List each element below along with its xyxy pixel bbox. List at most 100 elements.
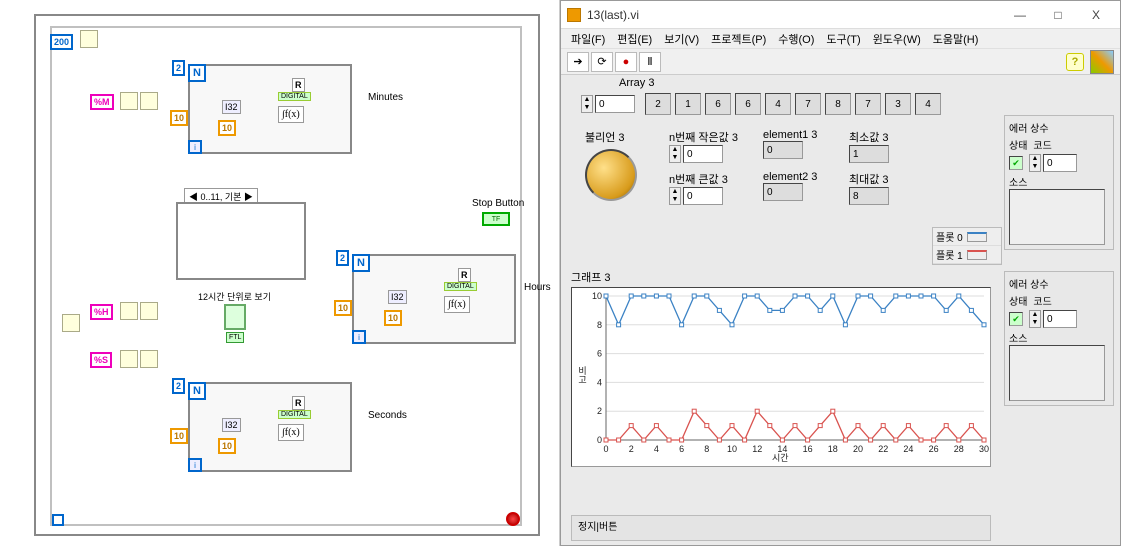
element1-label: element1 3 [763, 129, 817, 141]
abort-button[interactable]: ● [615, 52, 637, 72]
max-indicator: 8 [849, 187, 889, 205]
i32-cast-hours: I32 [388, 290, 407, 304]
get-time-icon [62, 314, 80, 332]
shift-reg-seconds: R [292, 396, 305, 410]
ten-const-seconds: 10 [170, 428, 188, 444]
front-panel-body: Array 3 ▲▼ 2166478734 불리언 3 n번째 작은값 3 ▲▼… [561, 75, 1120, 545]
error-code-field-2[interactable] [1043, 310, 1077, 328]
error-cluster-bottom: 에러 상수 상태 코드 ✔ ▲▼ 소스 [1004, 271, 1114, 406]
pause-button[interactable]: Ⅱ [639, 52, 661, 72]
loop-n-terminal-seconds: N [188, 382, 206, 400]
loop-i-terminal-seconds: i [188, 458, 202, 472]
window-title: 13(last).vi [587, 8, 996, 22]
twelve-hour-label: 12시간 단위로 보기 [198, 290, 271, 303]
hours-label: Hours [524, 282, 551, 293]
svg-text:10: 10 [727, 444, 737, 454]
menu-help[interactable]: 도움말(H) [929, 30, 983, 48]
vi-icon[interactable] [1090, 50, 1114, 74]
format-seconds: %S [90, 352, 112, 368]
shift-reg-hours: R [458, 268, 471, 282]
run-continuous-button[interactable]: ⟳ [591, 52, 613, 72]
swatch-plot0 [967, 232, 987, 242]
array-index-control[interactable]: ▲▼ [581, 95, 635, 113]
toolbar: ➔ ⟳ ● Ⅱ ? [561, 49, 1120, 75]
ftl-tag: FTL [226, 332, 244, 343]
digital-tag-hours: DIGITAL [444, 282, 477, 291]
array-cell[interactable]: 6 [735, 93, 761, 115]
error-code-label-2: 코드 [1033, 293, 1051, 308]
error-cluster-top: 에러 상수 상태 코드 ✔ ▲▼ 소스 [1004, 115, 1114, 250]
menubar[interactable]: 파일(F) 편집(E) 보기(V) 프로젝트(P) 수행(O) 도구(T) 윈도… [561, 29, 1120, 49]
case-structure [176, 202, 306, 280]
ten-const-minutes: 10 [170, 110, 188, 126]
svg-text:18: 18 [828, 444, 838, 454]
menu-edit[interactable]: 편집(E) [613, 30, 656, 48]
loop-n-terminal-hours: N [352, 254, 370, 272]
stop-section-label: 정지|버튼 [578, 522, 617, 533]
svg-text:2: 2 [597, 406, 602, 416]
plot-legend[interactable]: 플롯 0 플롯 1 [932, 227, 1002, 265]
n-const-minutes: 2 [172, 60, 185, 76]
menu-window[interactable]: 윈도우(W) [869, 30, 925, 48]
close-button[interactable]: X [1078, 4, 1114, 26]
boolean-knob[interactable] [585, 149, 637, 201]
min-indicator: 1 [849, 145, 889, 163]
array-cell[interactable]: 3 [885, 93, 911, 115]
menu-file[interactable]: 파일(F) [567, 30, 609, 48]
labview-icon [567, 8, 581, 22]
minimize-button[interactable]: — [1002, 4, 1038, 26]
nth-small-control[interactable]: ▲▼ [669, 145, 738, 163]
nth-big-field[interactable] [683, 187, 723, 205]
menu-project[interactable]: 프로젝트(P) [707, 30, 770, 48]
boolean-label: 불리언 3 [585, 129, 637, 145]
svg-text:4: 4 [654, 444, 659, 454]
front-panel-window: 13(last).vi — □ X 파일(F) 편집(E) 보기(V) 프로젝트… [560, 0, 1121, 546]
titlebar: 13(last).vi — □ X [561, 1, 1120, 29]
error-source-box-1 [1009, 189, 1105, 245]
ten-div-hours: 10 [384, 310, 402, 326]
array-cell[interactable]: 7 [855, 93, 881, 115]
svg-text:20: 20 [853, 444, 863, 454]
error-status-led-1: ✔ [1009, 156, 1023, 170]
array-cell[interactable]: 1 [675, 93, 701, 115]
x-axis-label: 시간 [772, 451, 789, 464]
error-source-box-2 [1009, 345, 1105, 401]
graph-plot[interactable]: 0246810024681012141618202224262830 시간 비고 [571, 287, 991, 467]
ten-div-minutes: 10 [218, 120, 236, 136]
n-const-seconds: 2 [172, 378, 185, 394]
ten-const-hours: 10 [334, 300, 352, 316]
array-cell[interactable]: 8 [825, 93, 851, 115]
format-minutes: %M [90, 94, 114, 110]
error-label-2: 에러 상수 [1009, 276, 1109, 291]
help-button[interactable]: ? [1066, 53, 1084, 71]
array-cell[interactable]: 4 [915, 93, 941, 115]
array-cell[interactable]: 7 [795, 93, 821, 115]
svg-text:0: 0 [597, 435, 602, 445]
menu-operate[interactable]: 수행(O) [774, 30, 818, 48]
legend-plot1: 플롯 1 [936, 247, 963, 262]
legend-plot0: 플롯 0 [936, 229, 963, 244]
array-cell[interactable]: 2 [645, 93, 671, 115]
error-code-field-1[interactable] [1043, 154, 1077, 172]
array-cell[interactable]: 4 [765, 93, 791, 115]
run-button[interactable]: ➔ [567, 52, 589, 72]
nth-big-control[interactable]: ▲▼ [669, 187, 728, 205]
digital-tag-seconds: DIGITAL [278, 410, 311, 419]
error-status-label-1: 상태 [1009, 137, 1027, 152]
svg-text:28: 28 [954, 444, 964, 454]
error-source-label-2: 소스 [1009, 330, 1109, 345]
svg-text:16: 16 [803, 444, 813, 454]
svg-text:10: 10 [592, 291, 602, 301]
menu-tools[interactable]: 도구(T) [822, 30, 864, 48]
seconds-label: Seconds [368, 410, 407, 421]
nth-big-label: n번째 큰값 3 [669, 171, 728, 187]
maximize-button[interactable]: □ [1040, 4, 1076, 26]
array-cell[interactable]: 6 [705, 93, 731, 115]
array-index-field[interactable] [595, 95, 635, 113]
element2-label: element2 3 [763, 171, 817, 183]
integral-seconds: ∫f(x) [278, 424, 304, 441]
block-diagram-pane: 200 %M %H %S N i 2 10 I32 10 ∫f(x) R DIG… [0, 0, 560, 546]
nth-small-field[interactable] [683, 145, 723, 163]
svg-text:6: 6 [679, 444, 684, 454]
menu-view[interactable]: 보기(V) [660, 30, 703, 48]
